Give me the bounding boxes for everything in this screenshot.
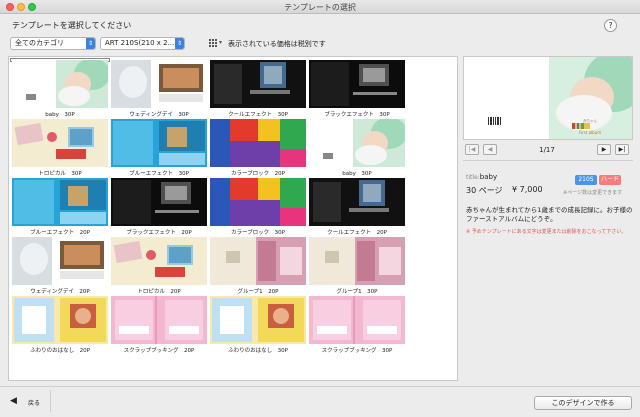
prev-page-button[interactable]: ◀ bbox=[483, 144, 497, 155]
template-thumbnail bbox=[111, 119, 207, 167]
template-label: カラーブロック 20P bbox=[231, 171, 285, 177]
template-thumbnail bbox=[111, 60, 207, 108]
next-page-button[interactable]: ▶ bbox=[597, 144, 611, 155]
help-button[interactable]: ? bbox=[604, 19, 617, 32]
album-title: First album bbox=[578, 130, 602, 135]
template-thumbnail bbox=[12, 237, 108, 285]
template-label: トロピカル 20P bbox=[137, 289, 181, 295]
template-thumbnail bbox=[309, 178, 405, 226]
price-note: 表示されている価格は税別です bbox=[228, 40, 326, 48]
template-label: ふわりのおはなし 30P bbox=[228, 348, 288, 354]
template-label: ブラックエフェクト 20P bbox=[126, 230, 192, 236]
size-select-value: ART 210S(210 x 2... bbox=[105, 39, 175, 47]
template-title: title:baby bbox=[466, 173, 497, 181]
template-label: ウェディングデイ 20P bbox=[30, 289, 90, 295]
back-button-label[interactable]: 戻る bbox=[28, 398, 40, 407]
template-preview: First album 赤ちゃん bbox=[463, 56, 633, 140]
template-thumbnail bbox=[12, 178, 108, 226]
pages-note: ※ページ数は変更できます bbox=[563, 190, 623, 196]
template-label: スクラップブッキング 20P bbox=[123, 348, 195, 354]
template-grid: baby 30P ウェディングデイ 30P クールエフェクト 30P ブラックエフェク… bbox=[8, 56, 458, 381]
template-thumbnail bbox=[12, 60, 108, 108]
template-thumbnail bbox=[210, 119, 306, 167]
category-select[interactable]: 全てのカテゴリ ⇕ bbox=[10, 37, 96, 50]
price: ¥ 7,000 bbox=[512, 185, 543, 194]
select-arrow-icon: ⇕ bbox=[86, 38, 95, 49]
template-thumbnail bbox=[111, 178, 207, 226]
description: 赤ちゃんが生まれてから1歳までの成長記録に。お子様のファーストアルバムにどうぞ。 bbox=[466, 206, 633, 223]
template-thumbnail bbox=[210, 237, 306, 285]
window-title: テンプレートの選択 bbox=[284, 3, 356, 12]
select-arrow-icon: ⇕ bbox=[175, 38, 184, 49]
template-label: ブラックエフェクト 30P bbox=[324, 112, 390, 118]
template-label: グループ1 20P bbox=[237, 289, 279, 295]
template-thumbnail bbox=[210, 60, 306, 108]
template-label: トロピカル 30P bbox=[38, 171, 82, 177]
template-thumbnail bbox=[309, 237, 405, 285]
title-key: title: bbox=[466, 174, 480, 181]
template-label: ふわりのおはなし 20P bbox=[30, 348, 90, 354]
album-subtitle: 赤ちゃん bbox=[583, 119, 597, 123]
template-thumbnail bbox=[210, 296, 306, 344]
template-label: グループ1 30P bbox=[336, 289, 378, 295]
back-arrow-icon[interactable]: ◀ bbox=[10, 396, 17, 406]
template-label: ブルーエフェクト 20P bbox=[30, 230, 90, 236]
cover-badge: ハード bbox=[599, 175, 621, 185]
use-this-design-button[interactable]: このデザインで作る bbox=[534, 396, 632, 410]
last-page-button[interactable]: ▶| bbox=[615, 144, 629, 155]
template-thumbnail bbox=[111, 296, 207, 344]
template-thumbnail bbox=[12, 296, 108, 344]
template-thumbnail bbox=[309, 296, 405, 344]
template-label: クールエフェクト 20P bbox=[327, 230, 387, 236]
title-value: baby bbox=[479, 173, 498, 181]
divider bbox=[463, 160, 633, 161]
grid-view-icon[interactable] bbox=[208, 38, 218, 48]
template-label: クールエフェクト 30P bbox=[228, 112, 288, 118]
first-page-button[interactable]: |◀ bbox=[465, 144, 479, 155]
template-thumbnail bbox=[12, 119, 108, 167]
template-label: ブルーエフェクト 30P bbox=[129, 171, 189, 177]
template-label: スクラップブッキング 30P bbox=[321, 348, 393, 354]
template-label: ウェディングデイ 30P bbox=[129, 112, 189, 118]
template-thumbnail bbox=[309, 60, 405, 108]
template-thumbnail bbox=[309, 119, 405, 167]
template-label: カラーブロック 30P bbox=[231, 230, 285, 236]
template-thumbnail bbox=[210, 178, 306, 226]
page-title: テンプレートを選択してください bbox=[12, 21, 132, 30]
page-count: 30 ページ bbox=[466, 186, 503, 195]
page-counter: 1/17 bbox=[539, 146, 555, 154]
template-thumbnail bbox=[111, 237, 207, 285]
notice: ※ 予めテンプレートにある文字は変更または削除をおこなって下さい。 bbox=[466, 229, 627, 235]
template-label: baby 30P bbox=[45, 112, 75, 118]
separator bbox=[50, 390, 51, 412]
chevron-down-icon[interactable]: ▾ bbox=[219, 39, 222, 46]
size-select[interactable]: ART 210S(210 x 2... ⇕ bbox=[100, 37, 185, 50]
template-label: baby 30P bbox=[342, 171, 372, 177]
category-select-value: 全てのカテゴリ bbox=[15, 39, 64, 47]
size-badge: 210S bbox=[575, 175, 597, 185]
title-bar: テンプレートの選択 bbox=[0, 0, 640, 14]
